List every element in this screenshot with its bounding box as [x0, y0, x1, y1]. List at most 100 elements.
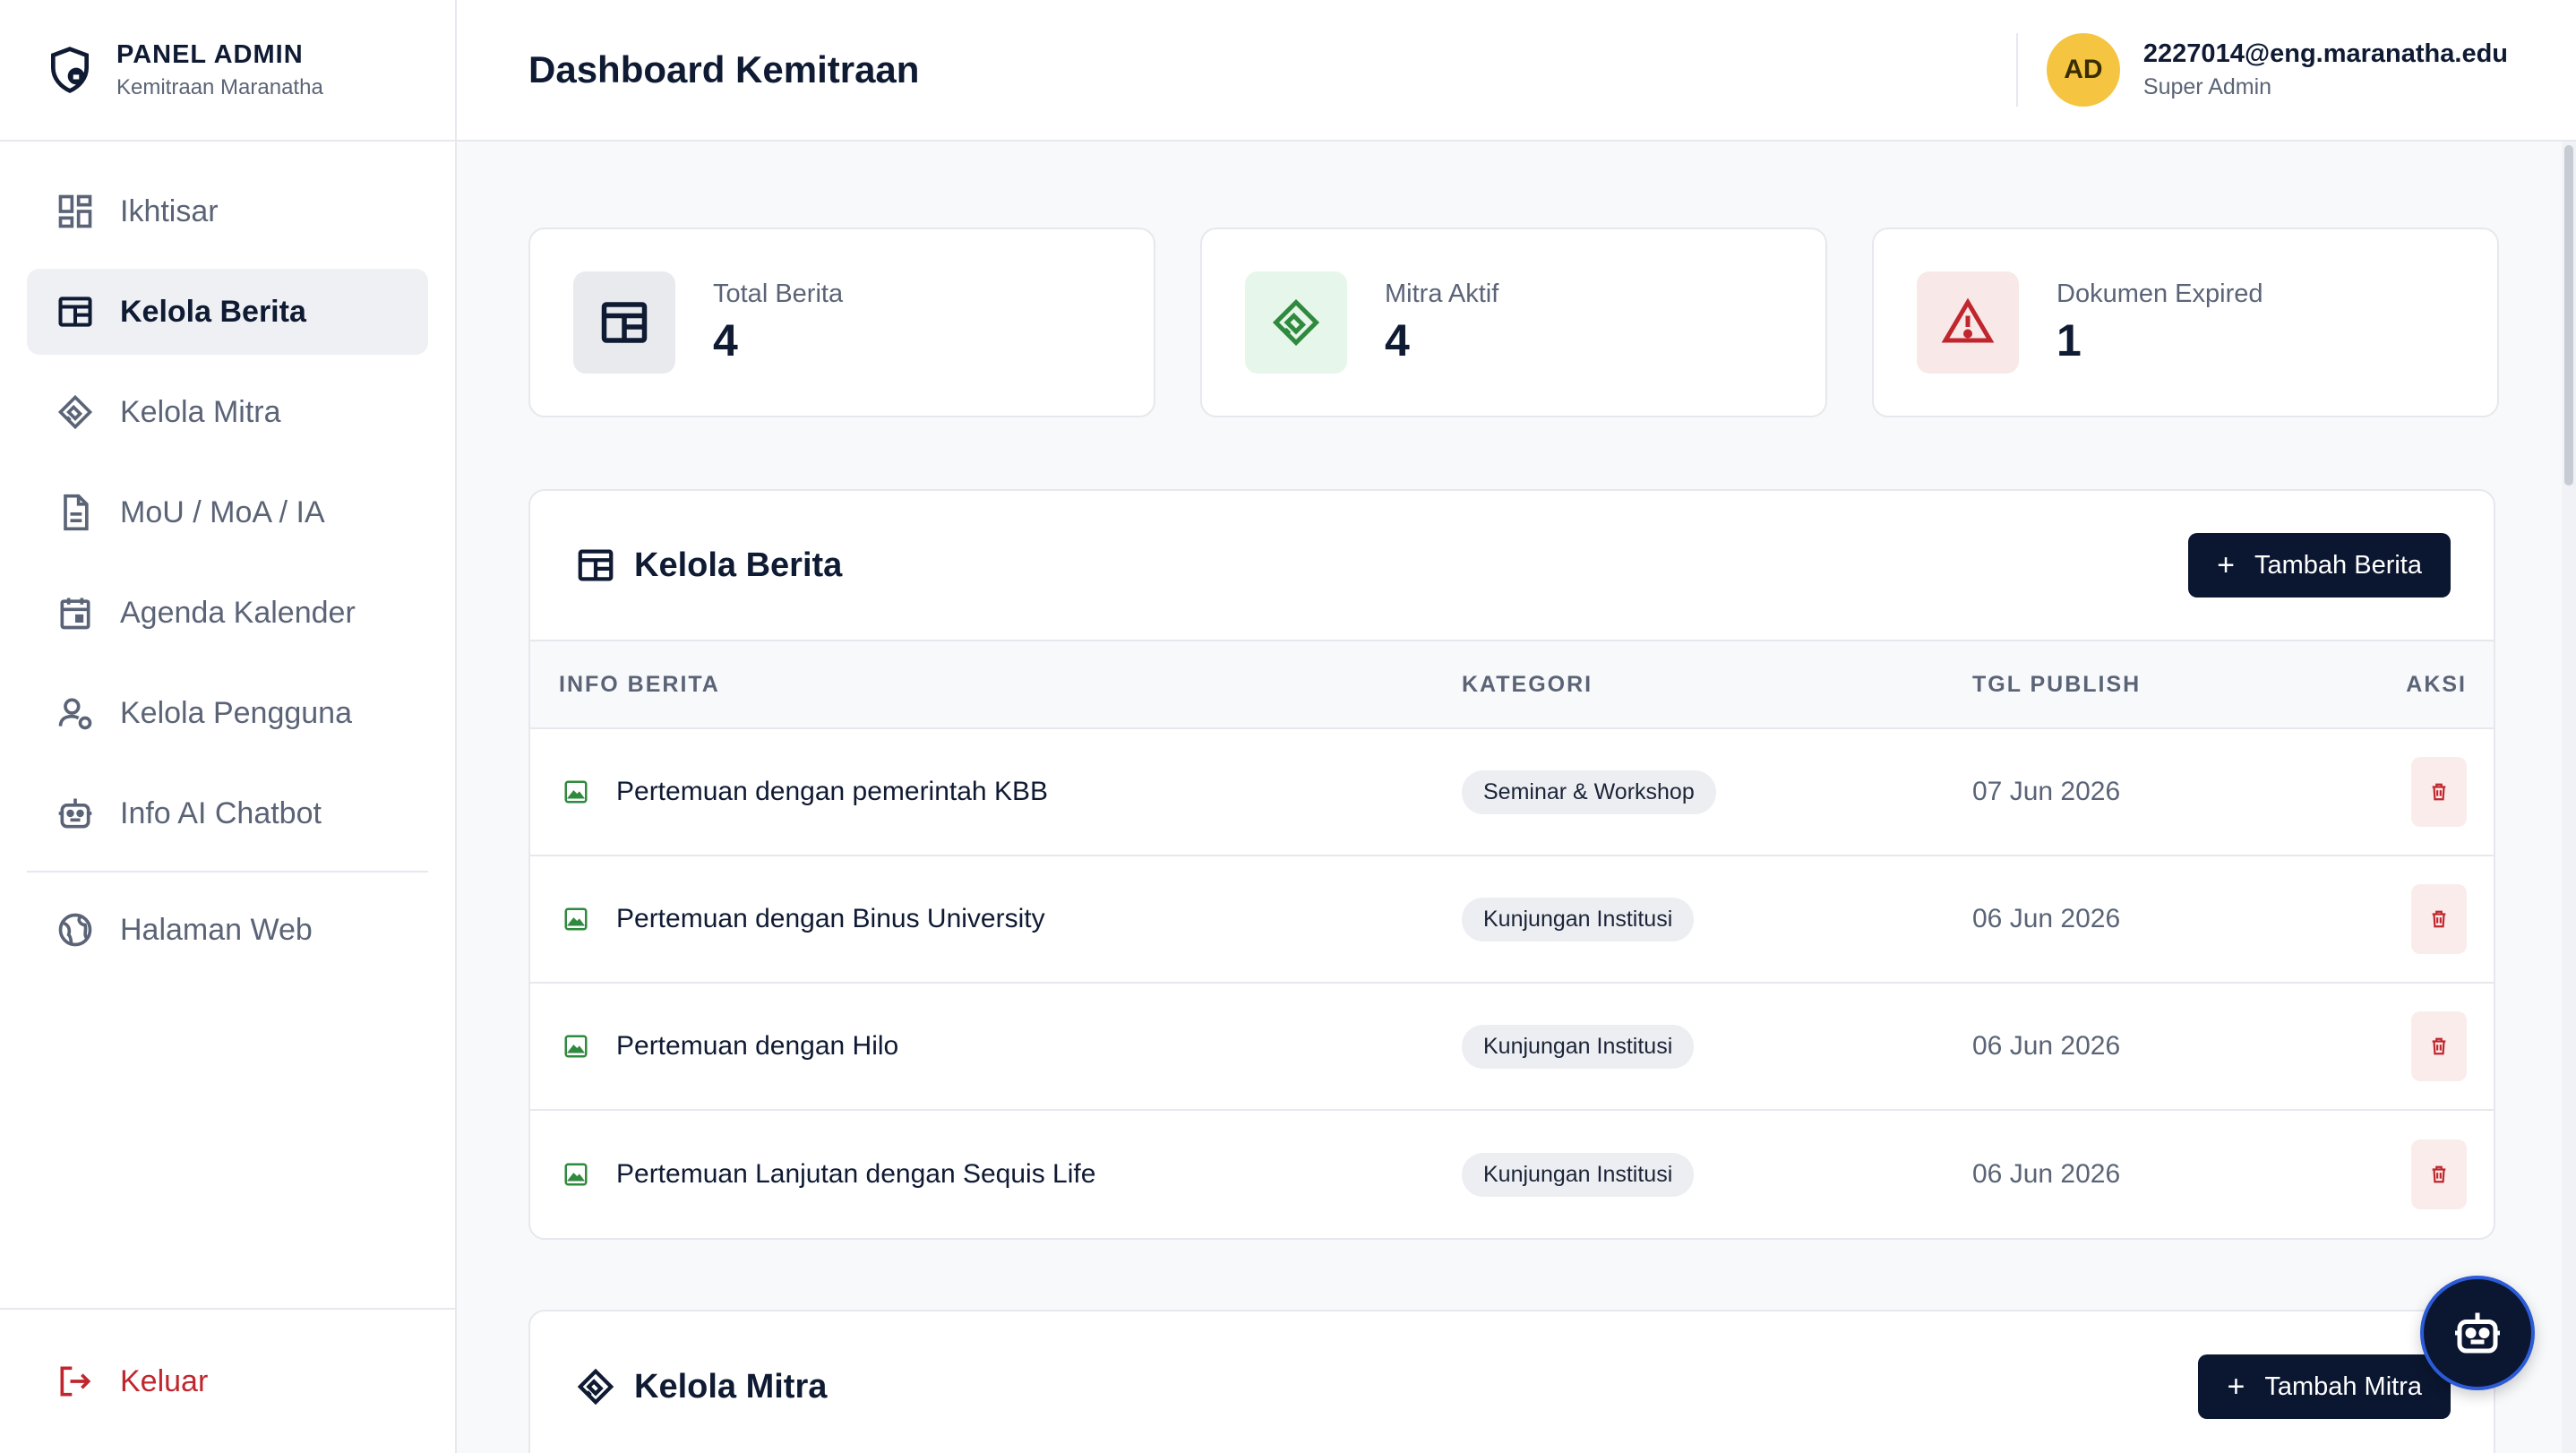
publish-date: 07 Jun 2026	[1972, 777, 2121, 806]
sidebar-item-mou[interactable]: MoU / MoA / IA	[27, 469, 428, 555]
sidebar-item-chatbot[interactable]: Info AI Chatbot	[27, 770, 428, 856]
sidebar-item-kelola-berita[interactable]: Kelola Berita	[27, 269, 428, 355]
robot-icon	[2455, 1312, 2500, 1354]
panel-title: Kelola Berita	[575, 545, 842, 586]
scrollbar[interactable]	[2562, 142, 2576, 1453]
user-settings-icon	[58, 698, 92, 730]
plus-icon: +	[2227, 1369, 2245, 1404]
image-icon	[564, 1163, 588, 1186]
stat-icon-wrap	[1917, 271, 2019, 374]
stat-card-total-berita: Total Berita 4	[528, 228, 1155, 417]
brand-title: PANEL ADMIN	[116, 39, 304, 69]
dashboard-icon	[58, 194, 92, 228]
handshake-icon	[577, 1368, 614, 1406]
add-berita-label: Tambah Berita	[2254, 550, 2422, 580]
delete-button[interactable]	[2411, 884, 2467, 954]
sidebar-item-label: Halaman Web	[120, 912, 313, 947]
berita-title: Pertemuan dengan pemerintah KBB	[616, 777, 1048, 806]
top-header: Dashboard Kemitraan AD 2227014@eng.maran…	[457, 0, 2576, 142]
sidebar-item-label: Ikhtisar	[120, 193, 219, 228]
table-header: INFO BERITA KATEGORI TGL PUBLISH AKSI	[530, 641, 2494, 729]
calendar-icon	[60, 598, 90, 630]
scrollbar-thumb[interactable]	[2564, 145, 2573, 486]
publish-date: 06 Jun 2026	[1972, 904, 2121, 933]
publish-date: 06 Jun 2026	[1972, 1159, 2121, 1189]
column-header-tgl: TGL PUBLISH	[1972, 671, 2142, 697]
table-row: Pertemuan dengan Hilo Kunjungan Institus…	[530, 984, 2494, 1111]
sidebar: PANEL ADMIN Kemitraan Maranatha Ikhtisar…	[0, 0, 457, 1453]
panel-header: Kelola Berita + Tambah Berita	[530, 491, 2494, 641]
sidebar-item-halaman-web[interactable]: Halaman Web	[27, 887, 428, 973]
trash-icon	[2432, 783, 2446, 801]
newspaper-icon	[601, 302, 648, 343]
logout-section: Keluar	[0, 1308, 455, 1453]
user-role: Super Admin	[2142, 74, 2272, 99]
stat-card-mitra-aktif: Mitra Aktif 4	[1200, 228, 1827, 417]
sidebar-item-label: Kelola Mitra	[120, 394, 281, 429]
table-row: Pertemuan Lanjutan dengan Sequis Life Ku…	[530, 1111, 2494, 1238]
add-berita-button[interactable]: + Tambah Berita	[2188, 533, 2451, 598]
brand-subtitle: Kemitraan Maranatha	[116, 74, 323, 99]
stat-value: 1	[2057, 314, 2082, 365]
logout-icon	[60, 1366, 91, 1397]
column-header-kategori: KATEGORI	[1462, 671, 1593, 697]
sidebar-item-label: Kelola Berita	[120, 294, 306, 329]
panel-header: Kelola Mitra + Tambah Mitra	[530, 1311, 2494, 1453]
category-badge: Kunjungan Institusi	[1462, 1024, 1695, 1069]
header-divider	[2015, 33, 2018, 107]
stat-label: Total Berita	[713, 279, 844, 308]
handshake-icon	[1272, 298, 1320, 347]
table-row: Pertemuan dengan pemerintah KBB Seminar …	[530, 729, 2494, 856]
delete-button[interactable]	[2411, 1139, 2467, 1209]
document-icon	[64, 494, 89, 531]
column-header-info: INFO BERITA	[559, 671, 720, 697]
category-badge: Kunjungan Institusi	[1462, 897, 1695, 941]
image-icon	[564, 780, 588, 804]
delete-button[interactable]	[2411, 757, 2467, 827]
logout-button[interactable]: Keluar	[27, 1338, 428, 1424]
sidebar-item-label: Kelola Pengguna	[120, 695, 353, 730]
sidebar-item-pengguna[interactable]: Kelola Pengguna	[27, 670, 428, 756]
mitra-panel: Kelola Mitra + Tambah Mitra	[528, 1310, 2495, 1453]
sidebar-item-kelola-mitra[interactable]: Kelola Mitra	[27, 369, 428, 455]
add-mitra-button[interactable]: + Tambah Mitra	[2198, 1354, 2451, 1419]
robot-icon	[58, 798, 92, 829]
panel-title: Kelola Mitra	[575, 1366, 827, 1407]
berita-title: Pertemuan dengan Hilo	[616, 1031, 899, 1061]
sidebar-item-agenda[interactable]: Agenda Kalender	[27, 570, 428, 656]
plus-icon: +	[2217, 547, 2235, 582]
berita-title: Pertemuan dengan Binus University	[616, 904, 1045, 933]
column-header-aksi: AKSI	[2406, 671, 2467, 697]
publish-date: 06 Jun 2026	[1972, 1031, 2121, 1061]
category-badge: Kunjungan Institusi	[1462, 1152, 1695, 1197]
sidebar-item-ikhtisar[interactable]: Ikhtisar	[27, 168, 428, 254]
trash-icon	[2432, 910, 2446, 928]
stat-label: Dokumen Expired	[2057, 279, 2263, 308]
globe-icon	[58, 913, 92, 947]
chatbot-button[interactable]	[2420, 1276, 2535, 1390]
stat-value: 4	[713, 314, 738, 365]
stats-row: Total Berita 4 Mitra Aktif 4 Dokumen Exp…	[528, 228, 2499, 417]
category-badge: Seminar & Workshop	[1462, 769, 1716, 814]
logout-label: Keluar	[120, 1363, 209, 1398]
delete-button[interactable]	[2411, 1011, 2467, 1081]
add-mitra-label: Tambah Mitra	[2264, 1371, 2422, 1401]
user-profile[interactable]: AD 2227014@eng.maranatha.edu Super Admin	[2015, 0, 2576, 140]
sidebar-item-label: MoU / MoA / IA	[120, 494, 325, 529]
handshake-icon	[57, 394, 93, 430]
warning-icon	[1941, 297, 1995, 343]
trash-icon	[2432, 1037, 2446, 1055]
image-icon	[564, 907, 588, 931]
sidebar-item-label: Agenda Kalender	[120, 595, 356, 630]
newspaper-icon	[58, 297, 92, 327]
berita-panel: Kelola Berita + Tambah Berita INFO BERIT…	[528, 489, 2495, 1240]
panel-title-text: Kelola Berita	[634, 546, 843, 584]
trash-icon	[2432, 1165, 2446, 1183]
avatar: AD	[2046, 33, 2120, 107]
stat-card-dokumen-expired: Dokumen Expired 1	[1872, 228, 2499, 417]
stat-icon-wrap	[573, 271, 675, 374]
stat-value: 4	[1385, 314, 1410, 365]
sidebar-item-label: Info AI Chatbot	[120, 795, 322, 830]
berita-title: Pertemuan Lanjutan dengan Sequis Life	[616, 1159, 1096, 1189]
main-content: Total Berita 4 Mitra Aktif 4 Dokumen Exp…	[457, 142, 2562, 1453]
